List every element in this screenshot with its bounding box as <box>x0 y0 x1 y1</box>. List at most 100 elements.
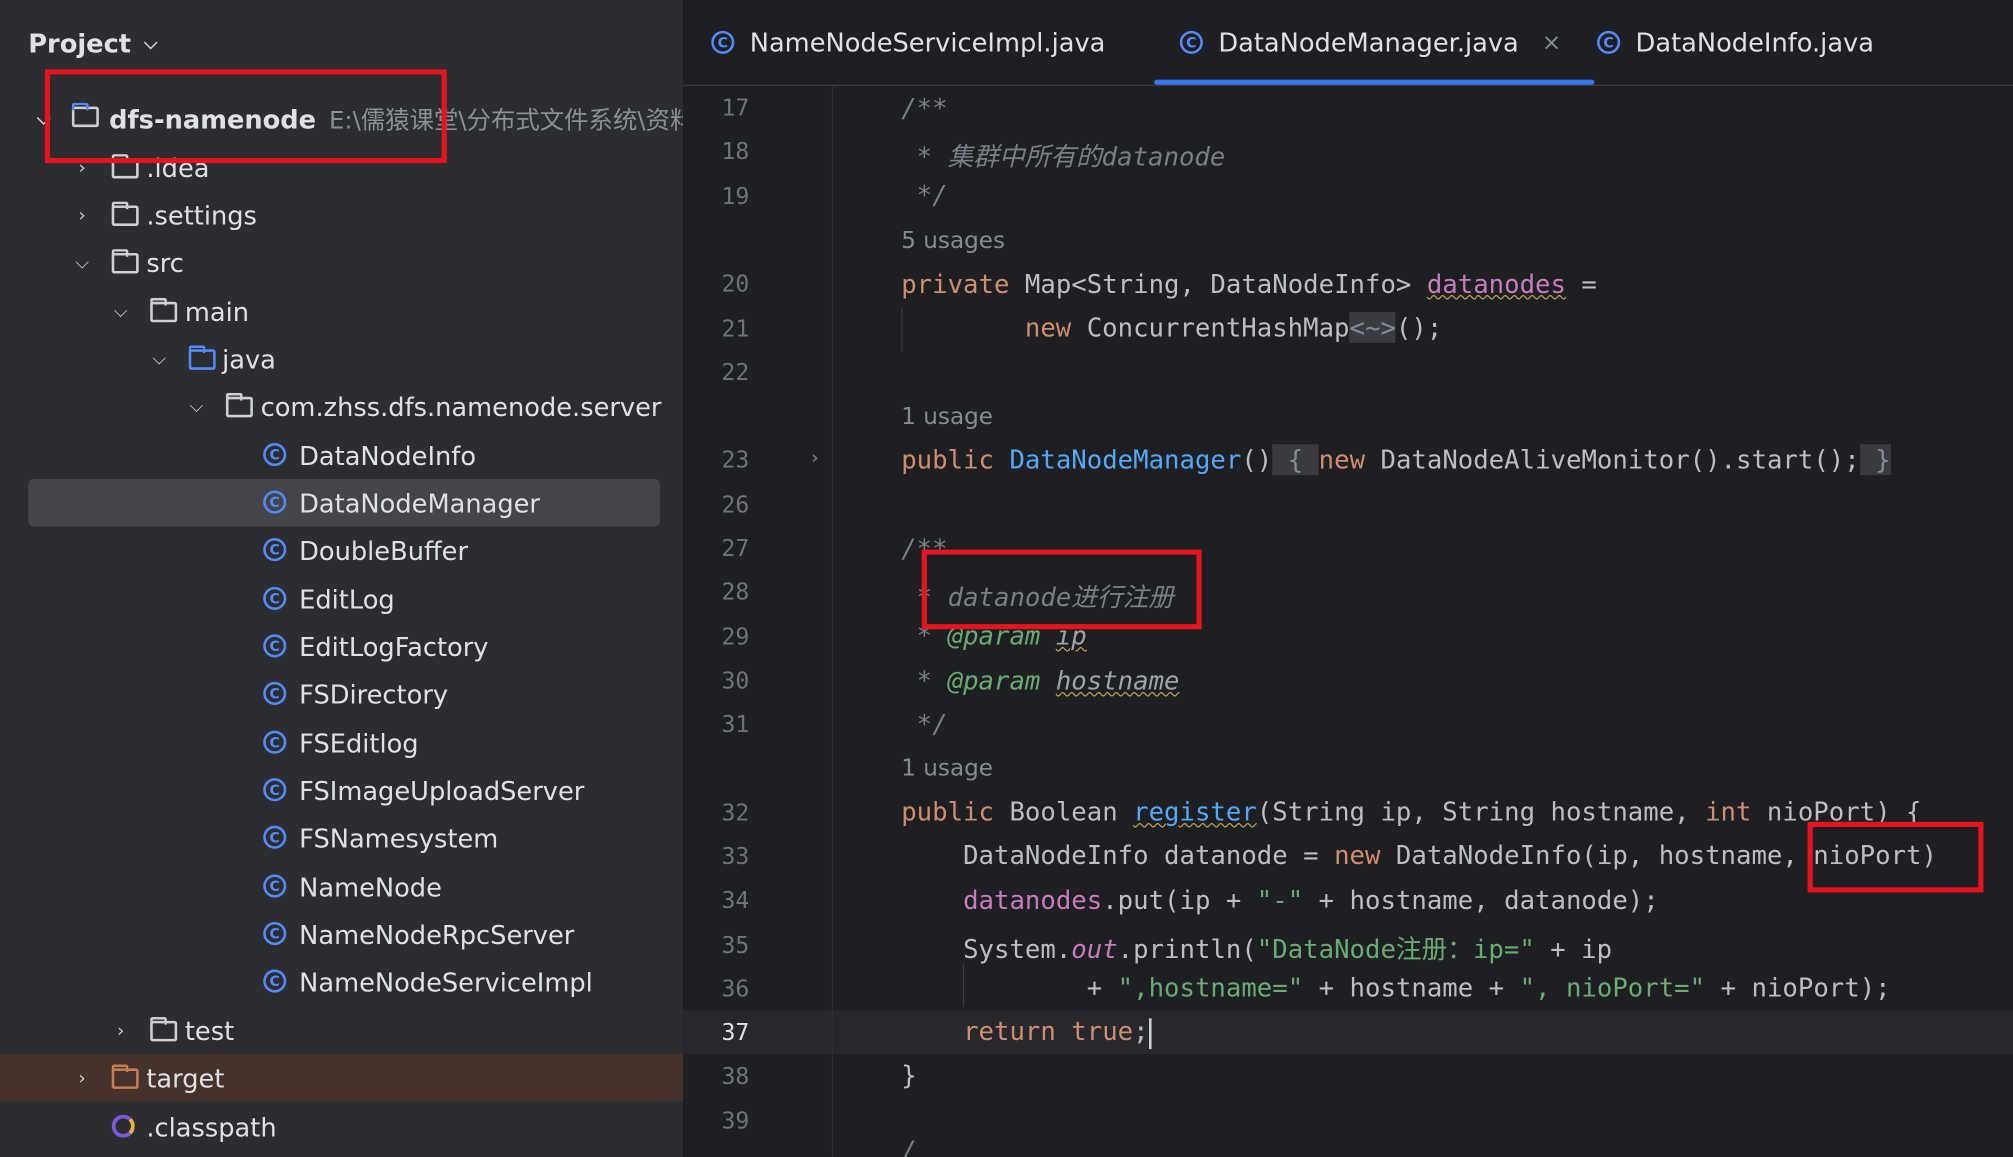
class-icon: C <box>263 730 291 757</box>
code-line-31[interactable]: */ <box>901 709 948 740</box>
folded-block-end[interactable]: } <box>1859 444 1891 475</box>
folder-icon <box>111 201 140 231</box>
chevron-down-icon[interactable]: ⌵ <box>186 396 207 417</box>
project-view-selector[interactable]: Project ⌵ <box>28 26 157 62</box>
tree-item-class[interactable]: C FSImageUploadServer <box>0 767 683 815</box>
chevron-down-icon[interactable]: ⌵ <box>149 349 170 370</box>
class-icon: C <box>263 825 291 852</box>
class-icon: C <box>263 874 291 900</box>
tree-item-class[interactable]: C EditLog <box>0 575 683 623</box>
chevron-right-icon[interactable]: › <box>110 1020 131 1041</box>
folder-icon <box>111 249 140 279</box>
tree-item-class[interactable]: C DataNodeInfo <box>0 431 683 479</box>
tab-label: NameNodeServiceImpl.java <box>749 26 1106 58</box>
line-number: 34 <box>721 887 750 915</box>
code-line-23[interactable]: public DataNodeManager() { new DataNodeA… <box>901 444 1891 475</box>
code-line-21[interactable]: new ConcurrentHashMap<~>(); <box>901 312 1442 343</box>
line-number: 39 <box>721 1108 750 1136</box>
tree-item-class[interactable]: C FSEditlog <box>0 719 683 767</box>
code-line-35[interactable]: System.out.println("DataNode注册：ip=" + ip <box>901 928 1612 965</box>
text-caret <box>1148 1017 1152 1049</box>
tree-item-classpath[interactable]: .classpath <box>0 1103 683 1151</box>
chevron-down-icon: ⌵ <box>143 33 158 54</box>
usages-hint[interactable]: 1 usage <box>901 403 993 430</box>
tree-item-class[interactable]: C NameNodeRpcServer <box>0 910 683 958</box>
class-icon: C <box>711 30 735 54</box>
code-line-20[interactable]: private Map<String, DataNodeInfo> datano… <box>901 268 1597 299</box>
line-number: 26 <box>721 491 750 519</box>
class-icon: C <box>263 490 291 517</box>
tree-item-class[interactable]: C FSDirectory <box>0 670 683 718</box>
line-number: 29 <box>721 624 750 652</box>
tree-item-settings[interactable]: › .settings <box>0 191 683 239</box>
chevron-right-icon[interactable]: › <box>72 205 93 226</box>
class-icon: C <box>263 921 291 948</box>
code-line-19[interactable]: */ <box>901 180 948 211</box>
tree-item-label: NameNode <box>299 871 442 903</box>
tree-item-label: DoubleBuffer <box>299 534 469 566</box>
folded-generics[interactable]: <~> <box>1349 312 1396 343</box>
line-number: 21 <box>721 315 750 343</box>
tree-item-label: .settings <box>146 199 257 231</box>
tree-item-class[interactable]: C DoubleBuffer <box>0 526 683 574</box>
line-number: 38 <box>721 1063 750 1091</box>
tree-item-class[interactable]: C EditLogFactory <box>0 623 683 671</box>
line-number: 18 <box>721 138 750 166</box>
tree-item-target[interactable]: › target <box>0 1054 683 1102</box>
code-line-34[interactable]: datanodes.put(ip + "-" + hostname, datan… <box>901 885 1659 916</box>
tab-namenodeserviceimpl[interactable]: C NameNodeServiceImpl.java <box>711 0 1105 85</box>
line-number: 31 <box>721 711 750 739</box>
class-icon: C <box>263 681 291 708</box>
project-title: Project <box>28 28 132 60</box>
tree-item-class[interactable]: C NameNodeServiceImpl <box>0 958 683 1006</box>
tab-datanodeinfo[interactable]: C DataNodeInfo.java <box>1597 0 1874 85</box>
tree-item-class-selected[interactable]: C DataNodeManager <box>0 478 683 527</box>
tree-item-package[interactable]: ⌵ com.zhss.dfs.namenode.server <box>0 383 683 431</box>
editor-tabs: C NameNodeServiceImpl.java C DataNodeMan… <box>682 0 2013 87</box>
chevron-right-icon[interactable]: › <box>72 1068 93 1089</box>
line-number-current: 37 <box>721 1019 750 1047</box>
fold-expand-icon[interactable]: › <box>811 448 818 469</box>
line-number: 19 <box>721 183 750 211</box>
code-line-30[interactable]: * @param hostname <box>901 665 1180 696</box>
tree-item-label: FSNamesystem <box>299 822 499 854</box>
code-line-17[interactable]: /** <box>901 92 947 123</box>
code-line-38[interactable]: } <box>901 1059 916 1090</box>
chevron-down-icon[interactable]: ⌵ <box>72 252 93 273</box>
tree-item-label: test <box>184 1015 235 1046</box>
tree-item-java[interactable]: ⌵ java <box>0 335 683 383</box>
annotation-box-register-comment <box>921 549 1202 630</box>
annotation-box-project-root <box>44 69 447 164</box>
tree-item-label: main <box>184 295 250 327</box>
folded-block[interactable]: { <box>1272 444 1319 475</box>
code-line-32[interactable]: public Boolean register(String ip, Strin… <box>901 796 1921 827</box>
tab-datanodemanager[interactable]: C DataNodeManager.java × <box>1154 0 1595 85</box>
line-number: 35 <box>721 932 750 960</box>
code-line-40[interactable]: / <box>901 1135 916 1157</box>
tree-item-src[interactable]: ⌵ src <box>0 239 683 287</box>
code-line-33[interactable]: DataNodeInfo datanode = new DataNodeInfo… <box>901 840 1937 871</box>
tree-item-main[interactable]: ⌵ main <box>0 288 683 336</box>
code-line-36[interactable]: + ",hostname=" + hostname + ", nioPort="… <box>901 972 1891 1003</box>
tree-item-class[interactable]: C FSNamesystem <box>0 814 683 862</box>
tree-item-class[interactable]: C NameNode <box>0 863 683 911</box>
line-number: 30 <box>721 667 750 695</box>
tree-item-label: com.zhss.dfs.namenode.server <box>260 391 662 422</box>
line-number: 32 <box>721 799 750 827</box>
class-icon: C <box>263 778 291 804</box>
chevron-down-icon[interactable]: ⌵ <box>110 301 131 322</box>
close-icon[interactable]: × <box>1542 29 1561 56</box>
usages-hint[interactable]: 1 usage <box>901 755 993 782</box>
tree-item-test[interactable]: › test <box>0 1007 683 1055</box>
gutter-divider <box>831 86 834 1157</box>
line-number: 23 <box>721 446 750 474</box>
usages-hint[interactable]: 5 usages <box>901 227 1005 254</box>
line-number: 33 <box>721 843 750 871</box>
tree-item-label: FSEditlog <box>299 727 419 759</box>
package-icon <box>225 392 254 423</box>
code-line-37[interactable]: return true; <box>901 1016 1152 1049</box>
current-line-highlight <box>682 1010 2013 1055</box>
folder-icon <box>150 297 178 328</box>
class-icon: C <box>1597 30 1621 54</box>
code-line-18[interactable]: * 集群中所有的datanode <box>901 136 1226 173</box>
